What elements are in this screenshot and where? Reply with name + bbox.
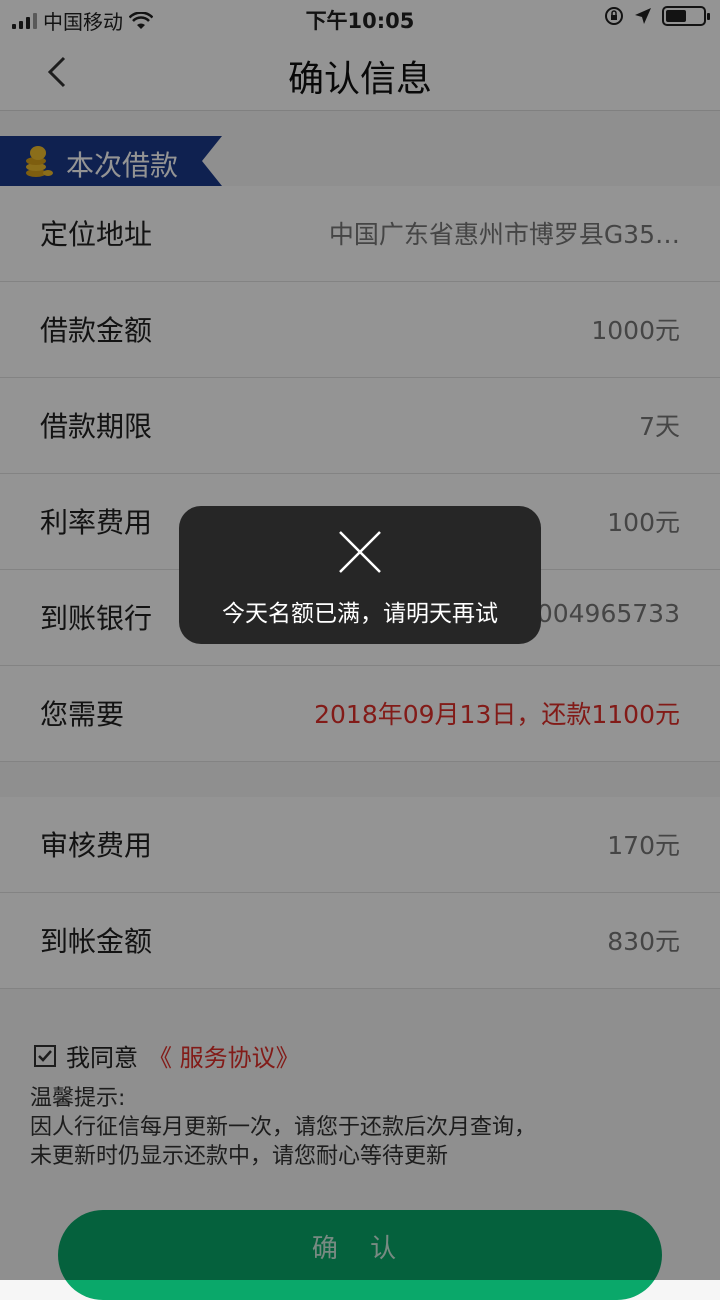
close-icon[interactable] bbox=[338, 530, 382, 574]
toast-message: 今天名额已满，请明天再试 bbox=[222, 601, 498, 627]
toast: 今天名额已满，请明天再试 bbox=[179, 506, 541, 644]
